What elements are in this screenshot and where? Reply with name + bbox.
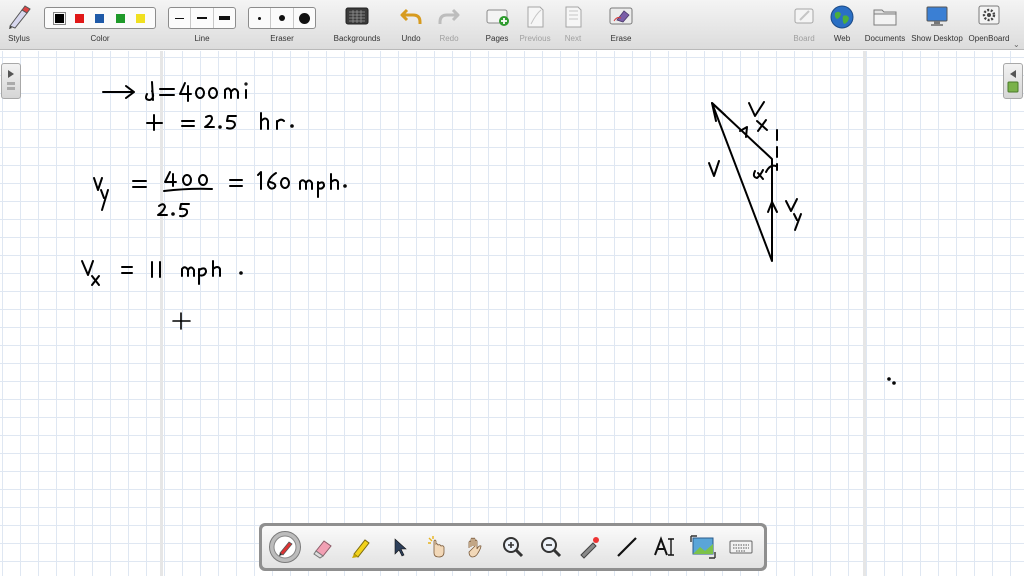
marker-tool-button[interactable] (345, 531, 377, 563)
pen-tool-button[interactable] (269, 531, 301, 563)
zoom-in-icon (503, 537, 524, 558)
line-tool-button[interactable] (611, 531, 643, 563)
text-tool-button[interactable] (649, 531, 681, 563)
hand-tool-button[interactable] (459, 531, 491, 563)
ink-dot (892, 381, 896, 385)
ink-line-time (146, 112, 294, 131)
ink-line-vx (81, 260, 243, 286)
selector-tool-button[interactable] (383, 531, 415, 563)
handwritten-ink-layer (81, 81, 896, 385)
ink-vector-diagram (708, 101, 802, 262)
laser-pointer-icon (580, 537, 599, 559)
pen-cursor (172, 312, 191, 330)
ink-dot (887, 377, 891, 381)
ink-line-distance (102, 81, 248, 102)
laser-pointer-tool-button[interactable] (573, 531, 605, 563)
ink-line-vy (93, 171, 347, 218)
keyboard-tool-button[interactable] (725, 531, 757, 563)
marker-icon (352, 539, 370, 558)
hand-icon (468, 537, 482, 558)
text-icon (654, 536, 674, 556)
zoom-out-icon (541, 537, 562, 558)
interactor-tool-button[interactable] (421, 531, 453, 563)
selector-icon (394, 538, 407, 557)
zoom-out-tool-button[interactable] (535, 531, 567, 563)
eraser-tool-button[interactable] (307, 531, 339, 563)
line-icon (617, 537, 637, 557)
pen-icon (273, 535, 297, 559)
capture-icon (690, 535, 716, 559)
interactor-icon (428, 536, 445, 558)
eraser-icon (313, 540, 332, 559)
zoom-in-tool-button[interactable] (497, 531, 529, 563)
keyboard-icon (729, 540, 753, 554)
tool-palette (259, 523, 767, 571)
capture-tool-button[interactable] (687, 531, 719, 563)
